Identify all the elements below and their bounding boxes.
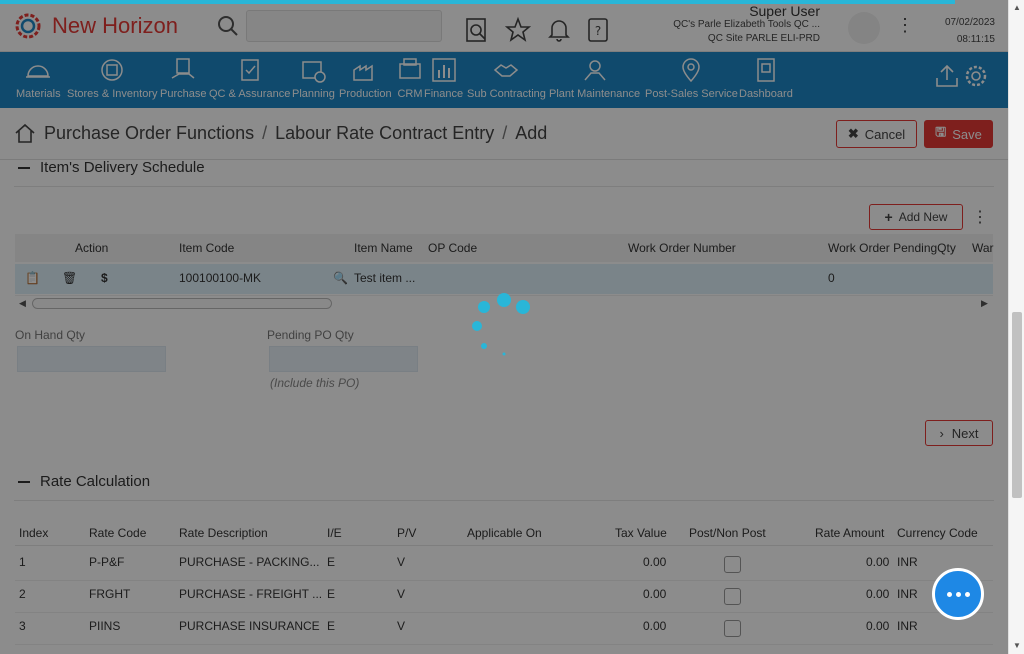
scroll-up-arrow-icon[interactable]: ▲ [1013, 3, 1021, 12]
page-loading-bar [0, 0, 955, 4]
chat-dot-icon [964, 591, 970, 597]
loading-spinner-icon [472, 293, 530, 356]
chat-button[interactable] [932, 568, 984, 620]
chat-dot-icon [955, 591, 961, 597]
scrollbar-thumb[interactable] [1012, 312, 1022, 498]
scroll-down-arrow-icon[interactable]: ▼ [1013, 641, 1021, 650]
vertical-scrollbar[interactable]: ▲ ▼ [1008, 0, 1024, 654]
chat-dot-icon [946, 591, 952, 597]
